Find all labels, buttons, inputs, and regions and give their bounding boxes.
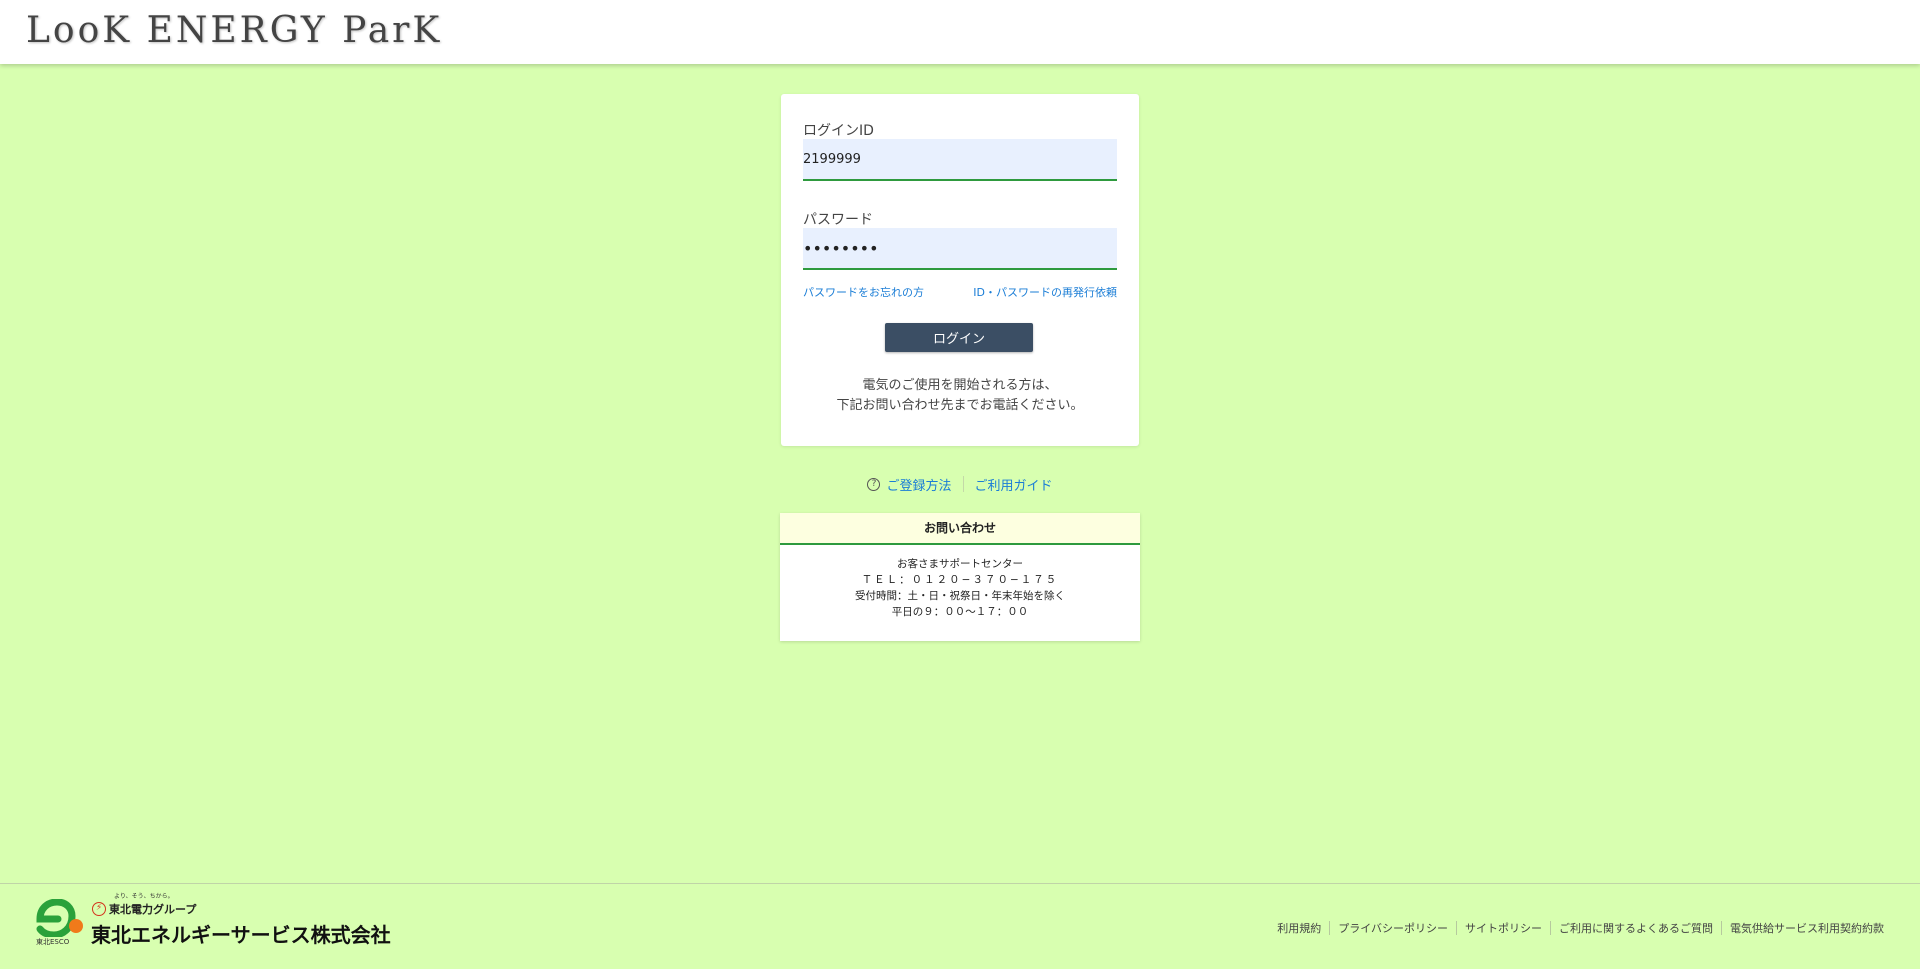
contact-title: お問い合わせ <box>780 513 1140 545</box>
group-name: ⚡ 東北電力グループ <box>92 901 196 917</box>
brand-logo[interactable]: LooK ENERGY ParK <box>26 10 442 51</box>
group-tagline: より、そう、ちから。 <box>114 893 174 900</box>
registration-method-label: ご登録方法 <box>886 478 952 494</box>
company-logo[interactable]: 東北ESCO ⚡ 東北電力グループ より、そう、ちから。 東北エネルギーサービス… <box>36 893 396 949</box>
login-card: ログインID パスワード パスワードをお忘れの方 ID・パスワードの再発行依頼 … <box>781 94 1139 446</box>
usage-guide-link[interactable]: ご利用ガイド <box>975 475 1053 494</box>
footer-links: 利用規約 プライバシーポリシー サイトポリシー ご利用に関するよくあるご質問 電… <box>1277 920 1884 936</box>
support-phone: ＴＥＬ：０１２０−３７０−１７５ <box>861 574 1059 586</box>
support-center-name: お客さまサポートセンター <box>897 558 1023 570</box>
site-header: LooK ENERGY ParK <box>0 0 1920 64</box>
divider <box>1456 921 1457 935</box>
divider <box>1329 921 1331 935</box>
divider <box>1550 921 1551 935</box>
terms-of-use-link[interactable]: 利用規約 <box>1277 920 1321 936</box>
privacy-policy-link[interactable]: プライバシーポリシー <box>1338 920 1448 936</box>
group-name-text: 東北電力グループ <box>109 903 197 916</box>
contact-body: お客さまサポートセンター ＴＥＬ：０１２０−３７０−１７５ 受付時間：土・日・祝… <box>780 545 1140 620</box>
password-input[interactable] <box>803 228 1117 270</box>
esco-e-logo-icon <box>36 899 83 937</box>
divider <box>1721 921 1722 935</box>
support-weekday-hours: 平日の９：００〜１７：００ <box>891 606 1029 618</box>
contact-card: お問い合わせ お客さまサポートセンター ＴＥＬ：０１２０−３７０−１７５ 受付時… <box>780 513 1140 641</box>
password-label: パスワード <box>803 212 873 228</box>
footer-divider <box>0 883 1920 884</box>
login-id-label: ログインID <box>803 123 874 139</box>
forgot-password-link[interactable]: パスワードをお忘れの方 <box>803 284 924 300</box>
question-circle-icon: ? <box>867 477 881 491</box>
login-button[interactable]: ログイン <box>885 323 1033 352</box>
support-hours: 受付時間：土・日・祝祭日・年末年始を除く <box>855 590 1065 602</box>
company-name: 東北エネルギーサービス株式会社 <box>91 923 391 947</box>
divider <box>962 476 964 492</box>
registration-method-link[interactable]: ? ご登録方法 <box>867 475 952 494</box>
guide-links: ? ご登録方法 ご利用ガイド <box>0 474 1920 494</box>
faq-link[interactable]: ご利用に関するよくあるご質問 <box>1559 920 1713 936</box>
esco-label: 東北ESCO <box>36 938 70 946</box>
login-id-input[interactable] <box>803 139 1117 181</box>
lightning-bolt-icon: ⚡ <box>92 902 106 916</box>
site-policy-link[interactable]: サイトポリシー <box>1465 920 1542 936</box>
notice-line-2: 下記お問い合わせ先までお電話ください。 <box>836 398 1084 413</box>
supply-contract-terms-link[interactable]: 電気供給サービス利用契約約款 <box>1730 920 1884 936</box>
start-service-notice: 電気のご使用を開始される方は、 下記お問い合わせ先までお電話ください。 <box>781 376 1139 416</box>
notice-line-1: 電気のご使用を開始される方は、 <box>862 378 1058 393</box>
reissue-request-link[interactable]: ID・パスワードの再発行依頼 <box>973 284 1117 300</box>
